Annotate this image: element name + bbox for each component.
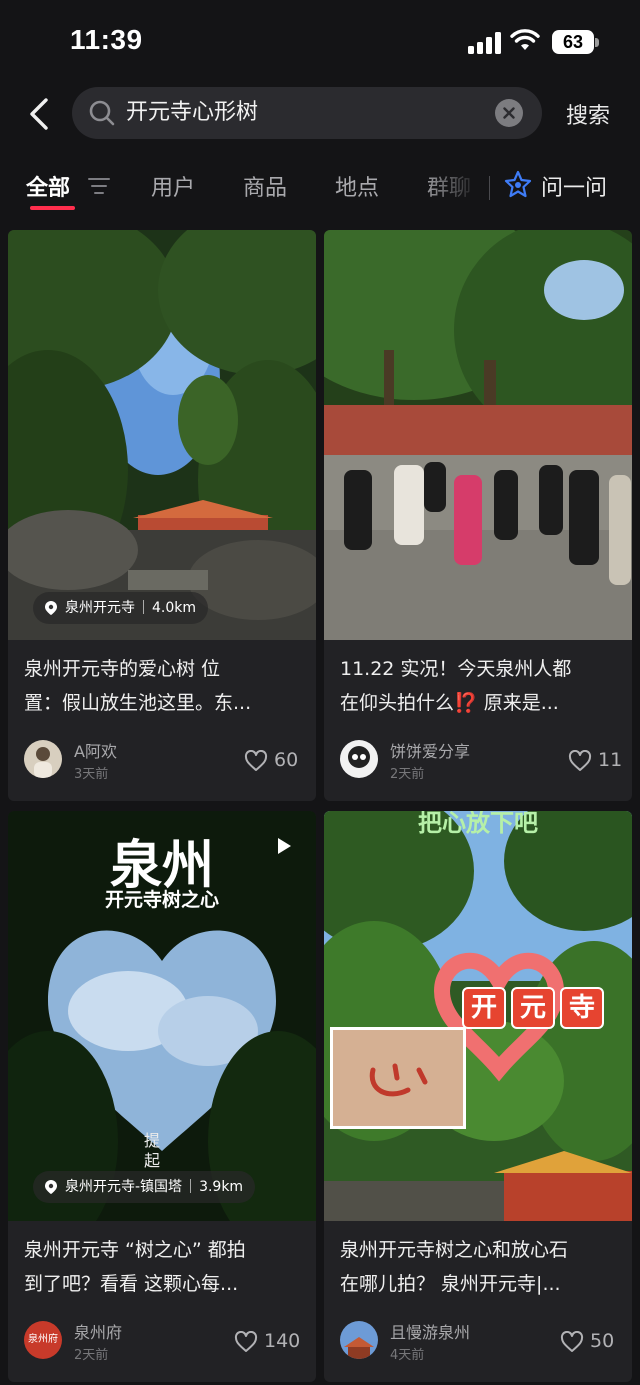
post-card[interactable]: 11.22 实况！今天泉州人都 在仰头拍什么⁉️ 原来是... 饼饼爱分享 2天… (324, 230, 632, 801)
location-distance: 3.9km (199, 1179, 244, 1195)
location-pin-icon (45, 1180, 57, 1194)
author-name[interactable]: 饼饼爱分享 (390, 738, 470, 762)
post-time: 3天前 (74, 767, 109, 782)
search-icon (89, 100, 115, 126)
heart-stone-image (333, 1030, 463, 1126)
tab-products[interactable]: 商品 (243, 170, 287, 202)
tab-places[interactable]: 地点 (335, 170, 379, 202)
post-title-line: 11.22 实况！今天泉州人都 (340, 658, 572, 680)
author-name[interactable]: A阿欢 (74, 738, 117, 762)
cover-top-text: 把心放下吧 (418, 811, 538, 837)
wifi-icon (510, 29, 540, 50)
post-title-line: 在仰头拍什么⁉️ 原来是... (340, 692, 559, 714)
ask-ai-star-icon[interactable] (503, 170, 533, 200)
search-box[interactable] (72, 87, 542, 139)
post-cover-image[interactable] (8, 230, 316, 640)
filter-icon[interactable] (88, 176, 110, 196)
heart-icon (560, 1331, 584, 1352)
close-icon (503, 107, 515, 119)
cover-tag-char: 寺 (560, 987, 604, 1029)
post-time: 2天前 (390, 767, 425, 782)
post-title-line: 到了吧？看看 这颗心每... (24, 1273, 239, 1295)
post-title[interactable]: 泉州开元寺的爱心树 位 置：假山放生池这里。东... (24, 652, 306, 722)
battery-level: 63 (552, 30, 594, 54)
location-tag[interactable]: 泉州开元寺 4.0km (33, 592, 209, 624)
post-title[interactable]: 泉州开元寺 “树之心” 都拍 到了吧？看看 这颗心每... (24, 1233, 306, 1303)
cellular-signal-icon (468, 30, 502, 54)
avatar[interactable]: 泉州府 (24, 1321, 62, 1359)
post-time: 2天前 (74, 1348, 109, 1363)
post-card[interactable]: 泉州开元寺 4.0km 泉州开元寺的爱心树 位 置：假山放生池这里。东... A阿… (8, 230, 316, 801)
cover-tag-char: 元 (511, 987, 555, 1029)
video-play-icon (278, 838, 291, 854)
status-time: 11:39 (70, 24, 143, 55)
post-title-line: 泉州开元寺的爱心树 位 (24, 658, 221, 680)
like-count: 140 (264, 1330, 301, 1352)
post-cover-image[interactable] (324, 230, 632, 640)
like-count: 50 (590, 1330, 615, 1352)
location-pin-icon (45, 601, 57, 615)
active-tab-indicator (30, 206, 75, 210)
category-tabs: 全部 用户 商品 地点 群聊 问一问 (0, 162, 640, 214)
tab-fade-overlay (420, 162, 492, 212)
heart-icon (234, 1331, 258, 1352)
post-title-line: 置：假山放生池这里。东... (24, 692, 252, 714)
post-card[interactable]: 把心放下吧 开 元 寺 泉州开元寺树之心和放心石 在哪儿拍？ 泉州开元寺|...… (324, 811, 632, 1382)
search-button[interactable]: 搜索 (566, 98, 610, 130)
location-tag[interactable]: 泉州开元寺-镇国塔 3.9km (33, 1171, 256, 1203)
avatar[interactable] (24, 740, 62, 778)
location-distance: 4.0km (152, 600, 197, 616)
battery-cap (595, 38, 599, 47)
post-card[interactable]: 泉州 开元寺树之心 提起 泉州开元寺-镇国塔 3.9km 泉州开元寺 “树之心” … (8, 811, 316, 1382)
avatar[interactable] (340, 740, 378, 778)
post-title[interactable]: 泉州开元寺树之心和放心石 在哪儿拍？ 泉州开元寺|... (340, 1233, 622, 1303)
tab-divider (489, 176, 490, 200)
heart-icon (244, 750, 268, 771)
ask-ai-button[interactable]: 问一问 (541, 170, 607, 202)
tab-all[interactable]: 全部 (26, 170, 70, 202)
author-name[interactable]: 且慢游泉州 (390, 1319, 470, 1343)
search-input[interactable] (126, 87, 486, 139)
tab-users[interactable]: 用户 (151, 170, 195, 202)
heart-icon (568, 750, 592, 771)
post-title-line: 泉州开元寺 “树之心” 都拍 (24, 1239, 246, 1261)
cover-tag-char: 开 (462, 987, 506, 1029)
like-count: 11 (598, 749, 623, 771)
cover-vertical-text: 提起 (144, 1131, 161, 1170)
post-time: 4天前 (390, 1348, 425, 1363)
avatar[interactable] (340, 1321, 378, 1359)
post-title-line: 泉州开元寺树之心和放心石 (340, 1239, 569, 1261)
heart-stone-inset (330, 1027, 466, 1129)
location-name: 泉州开元寺 (65, 600, 135, 616)
location-name: 泉州开元寺-镇国塔 (65, 1179, 183, 1195)
status-bar: 11:39 63 (0, 0, 640, 86)
like-count: 60 (274, 749, 299, 771)
author-name[interactable]: 泉州府 (74, 1319, 122, 1343)
post-title-line: 在哪儿拍？ 泉州开元寺|... (340, 1273, 561, 1295)
clear-search-button[interactable] (495, 99, 523, 127)
cover-subtitle: 开元寺树之心 (104, 889, 219, 911)
back-arrow-icon[interactable] (26, 96, 60, 132)
post-title[interactable]: 11.22 实况！今天泉州人都 在仰头拍什么⁉️ 原来是... (340, 652, 622, 722)
